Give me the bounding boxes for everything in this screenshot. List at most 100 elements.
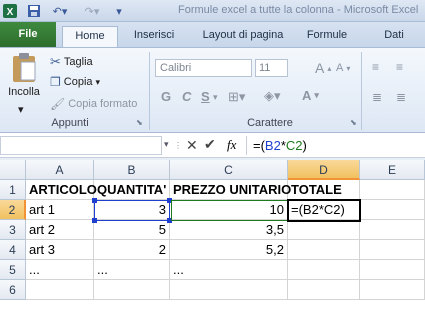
row-header-3[interactable]: 3: [0, 220, 26, 240]
cell-e5[interactable]: [360, 260, 425, 280]
tab-formulas[interactable]: Formule: [302, 26, 352, 47]
formula-prefix: =(: [253, 138, 265, 153]
cancel-icon[interactable]: ✕: [186, 137, 198, 154]
cell-d4[interactable]: [288, 240, 360, 260]
cell-e3[interactable]: [360, 220, 425, 240]
row-header-5[interactable]: 5: [0, 260, 26, 280]
formula-bar-splitter[interactable]: ⋮: [174, 141, 182, 150]
excel-logo-icon: X: [2, 3, 18, 19]
cell-c6[interactable]: [170, 280, 288, 300]
insert-function-icon[interactable]: fx: [227, 137, 236, 153]
cell-c1[interactable]: PREZZO UNITARIO: [170, 180, 291, 200]
cell-b2[interactable]: 3: [94, 200, 170, 220]
cell-e2[interactable]: [360, 200, 425, 220]
name-box-dropdown-icon[interactable]: ▾: [164, 139, 169, 150]
font-launcher-icon[interactable]: ⬊: [350, 118, 357, 127]
font-color-icon[interactable]: A ▾: [302, 88, 319, 103]
group-separator: [361, 52, 362, 130]
svg-text:X: X: [7, 7, 14, 18]
paste-dropdown-icon[interactable]: ▾: [18, 103, 24, 116]
formula-bar: ▾ ⋮ ✕ ✔ fx =(B2*C2): [0, 133, 425, 158]
paste-label: Incolla: [8, 86, 40, 98]
format-painter-button[interactable]: 🖌 Copia formato: [50, 97, 137, 111]
borders-icon[interactable]: ⊞▾: [228, 89, 245, 105]
column-header-d[interactable]: D: [288, 160, 360, 180]
tab-page-layout[interactable]: Layout di pagina: [192, 26, 294, 47]
window-title: Formule excel a tutte la colonna - Micro…: [178, 4, 419, 16]
cell-c3[interactable]: 3,5: [170, 220, 288, 240]
column-header-a[interactable]: A: [26, 160, 94, 180]
enter-icon[interactable]: ✔: [204, 136, 216, 153]
cell-a4[interactable]: art 3: [26, 240, 94, 260]
align-middle-icon[interactable]: ≡: [396, 60, 403, 74]
cell-b4[interactable]: 2: [94, 240, 170, 260]
font-group-label: Carattere: [247, 117, 293, 129]
cell-c5[interactable]: ...: [170, 260, 288, 280]
cell-a2[interactable]: art 1: [26, 200, 94, 220]
row-header-1[interactable]: 1: [0, 180, 26, 200]
copy-button[interactable]: ❐ Copia ▾: [50, 75, 100, 89]
ribbon-home: Incolla ▾ ✂ Taglia ❐ Copia ▾ 🖌 Copia for…: [0, 47, 425, 133]
cell-e6[interactable]: [360, 280, 425, 300]
column-header-c[interactable]: C: [170, 160, 288, 180]
cell-c2[interactable]: 10: [170, 200, 288, 220]
cell-b6[interactable]: [94, 280, 170, 300]
align-left-icon[interactable]: ≣: [372, 90, 382, 104]
cell-a1[interactable]: ARTICOLO: [26, 180, 97, 200]
formula-input[interactable]: =(B2*C2): [246, 136, 425, 155]
row-header-6[interactable]: 6: [0, 280, 26, 300]
ribbon-tabs: File Home Inserisci Layout di pagina For…: [0, 22, 425, 47]
cell-d3[interactable]: [288, 220, 360, 240]
ref-handle-b2-bl[interactable]: [92, 218, 97, 223]
ref-handle-b2-tl[interactable]: [92, 198, 97, 203]
align-center-icon[interactable]: ≣: [396, 90, 406, 104]
cell-b5[interactable]: ...: [94, 260, 170, 280]
grow-font-icon[interactable]: A ▴: [315, 60, 331, 76]
cell-d2[interactable]: =(B2*C2): [288, 200, 360, 220]
ref-handle-b2-br[interactable]: [167, 218, 172, 223]
row-header-4[interactable]: 4: [0, 240, 26, 260]
group-separator: [149, 52, 150, 130]
tab-insert[interactable]: Inserisci: [124, 26, 184, 47]
cell-a5[interactable]: ...: [26, 260, 94, 280]
cell-e4[interactable]: [360, 240, 425, 260]
cell-b1[interactable]: QUANTITA': [94, 180, 170, 200]
cut-button[interactable]: ✂ Taglia: [50, 54, 93, 70]
ref-handle-b2-tr[interactable]: [167, 198, 172, 203]
select-all-corner[interactable]: [0, 160, 26, 180]
underline-dropdown-icon[interactable]: ▾: [213, 92, 218, 103]
tab-home[interactable]: Home: [62, 26, 118, 47]
undo-icon[interactable]: ↶▾: [50, 3, 70, 19]
cell-e1[interactable]: [360, 180, 425, 200]
align-top-icon[interactable]: ≡: [372, 60, 379, 74]
cell-a3[interactable]: art 2: [26, 220, 94, 240]
cell-d5[interactable]: [288, 260, 360, 280]
row-header-2[interactable]: 2: [0, 200, 26, 220]
format-painter-label: Copia formato: [68, 98, 138, 110]
underline-button[interactable]: S: [201, 89, 210, 104]
cell-b3[interactable]: 5: [94, 220, 170, 240]
font-size-box[interactable]: 11: [255, 59, 288, 77]
cell-d1[interactable]: TOTALE: [288, 180, 360, 200]
shrink-font-icon[interactable]: A ▾: [336, 62, 350, 74]
customize-qat-icon[interactable]: ▾: [114, 3, 124, 19]
italic-button[interactable]: C: [182, 89, 191, 104]
chevron-down-icon[interactable]: ▾: [96, 77, 101, 88]
column-header-e[interactable]: E: [360, 160, 425, 180]
paste-button[interactable]: Incolla: [6, 52, 42, 98]
scissors-icon: ✂: [50, 54, 61, 69]
cell-d6[interactable]: [288, 280, 360, 300]
fill-color-icon[interactable]: ◈▾: [264, 88, 281, 104]
column-header-b[interactable]: B: [94, 160, 170, 180]
cell-c4[interactable]: 5,2: [170, 240, 288, 260]
font-name-box[interactable]: Calibri: [155, 59, 252, 77]
cell-a6[interactable]: [26, 280, 94, 300]
tab-file[interactable]: File: [0, 22, 56, 47]
name-box[interactable]: [0, 136, 162, 155]
formula-ref-b2: B2: [264, 138, 281, 153]
redo-icon[interactable]: ↷▾: [82, 3, 102, 19]
clipboard-launcher-icon[interactable]: ⬊: [136, 118, 143, 127]
save-icon[interactable]: [26, 3, 42, 19]
bold-button[interactable]: G: [161, 89, 171, 104]
tab-data[interactable]: Dati: [374, 26, 414, 47]
